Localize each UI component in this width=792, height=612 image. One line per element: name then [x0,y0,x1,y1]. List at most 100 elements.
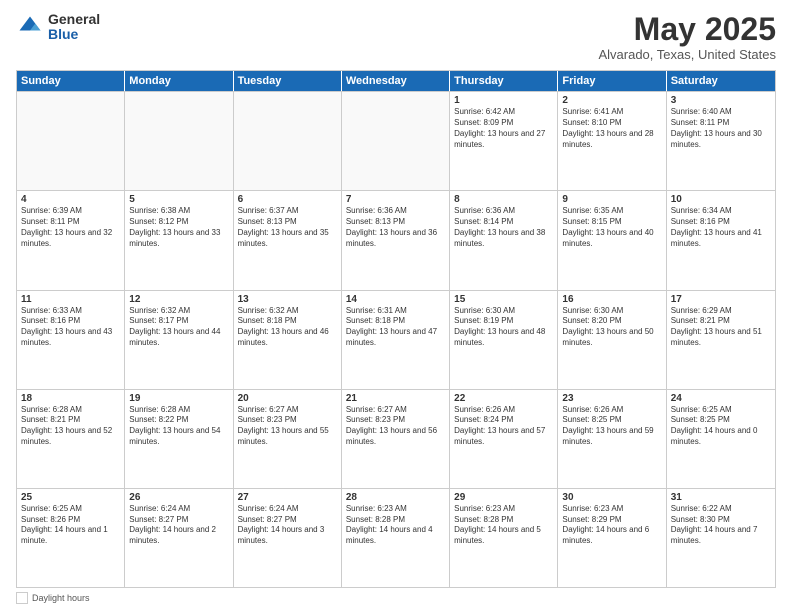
calendar-cell: 30Sunrise: 6:23 AM Sunset: 8:29 PM Dayli… [558,489,666,587]
logo-blue-text: Blue [48,27,100,42]
cell-day-number: 19 [129,393,228,404]
calendar-header-cell: Wednesday [342,71,450,91]
calendar-cell: 10Sunrise: 6:34 AM Sunset: 8:16 PM Dayli… [667,191,775,289]
calendar-cell: 12Sunrise: 6:32 AM Sunset: 8:17 PM Dayli… [125,291,233,389]
calendar-header-cell: Friday [558,71,666,91]
calendar-cell: 21Sunrise: 6:27 AM Sunset: 8:23 PM Dayli… [342,390,450,488]
cell-info: Sunrise: 6:34 AM Sunset: 8:16 PM Dayligh… [671,206,771,249]
calendar-cell: 6Sunrise: 6:37 AM Sunset: 8:13 PM Daylig… [234,191,342,289]
cell-day-number: 15 [454,294,553,305]
cell-day-number: 6 [238,194,337,205]
cell-day-number: 2 [562,95,661,106]
calendar-cell: 18Sunrise: 6:28 AM Sunset: 8:21 PM Dayli… [17,390,125,488]
cell-info: Sunrise: 6:25 AM Sunset: 8:26 PM Dayligh… [21,504,120,547]
calendar-cell: 24Sunrise: 6:25 AM Sunset: 8:25 PM Dayli… [667,390,775,488]
cell-info: Sunrise: 6:23 AM Sunset: 8:28 PM Dayligh… [346,504,445,547]
cell-info: Sunrise: 6:25 AM Sunset: 8:25 PM Dayligh… [671,405,771,448]
cell-day-number: 23 [562,393,661,404]
calendar-cell: 1Sunrise: 6:42 AM Sunset: 8:09 PM Daylig… [450,92,558,190]
calendar-cell: 29Sunrise: 6:23 AM Sunset: 8:28 PM Dayli… [450,489,558,587]
calendar-cell: 5Sunrise: 6:38 AM Sunset: 8:12 PM Daylig… [125,191,233,289]
cell-day-number: 30 [562,492,661,503]
calendar-header: SundayMondayTuesdayWednesdayThursdayFrid… [17,71,775,91]
calendar-body: 1Sunrise: 6:42 AM Sunset: 8:09 PM Daylig… [17,91,775,587]
cell-info: Sunrise: 6:30 AM Sunset: 8:19 PM Dayligh… [454,306,553,349]
cell-day-number: 12 [129,294,228,305]
calendar-cell: 19Sunrise: 6:28 AM Sunset: 8:22 PM Dayli… [125,390,233,488]
calendar-cell [342,92,450,190]
calendar-header-cell: Saturday [667,71,775,91]
subtitle: Alvarado, Texas, United States [598,47,776,62]
main-title: May 2025 [598,12,776,47]
calendar-header-cell: Thursday [450,71,558,91]
cell-info: Sunrise: 6:32 AM Sunset: 8:17 PM Dayligh… [129,306,228,349]
calendar-cell: 20Sunrise: 6:27 AM Sunset: 8:23 PM Dayli… [234,390,342,488]
cell-day-number: 29 [454,492,553,503]
cell-info: Sunrise: 6:31 AM Sunset: 8:18 PM Dayligh… [346,306,445,349]
calendar-cell: 8Sunrise: 6:36 AM Sunset: 8:14 PM Daylig… [450,191,558,289]
cell-day-number: 18 [21,393,120,404]
cell-info: Sunrise: 6:38 AM Sunset: 8:12 PM Dayligh… [129,206,228,249]
cell-day-number: 20 [238,393,337,404]
cell-day-number: 25 [21,492,120,503]
calendar-cell: 17Sunrise: 6:29 AM Sunset: 8:21 PM Dayli… [667,291,775,389]
calendar: SundayMondayTuesdayWednesdayThursdayFrid… [16,70,776,588]
cell-day-number: 27 [238,492,337,503]
cell-day-number: 16 [562,294,661,305]
cell-info: Sunrise: 6:26 AM Sunset: 8:25 PM Dayligh… [562,405,661,448]
cell-info: Sunrise: 6:41 AM Sunset: 8:10 PM Dayligh… [562,107,661,150]
cell-info: Sunrise: 6:23 AM Sunset: 8:29 PM Dayligh… [562,504,661,547]
calendar-cell: 11Sunrise: 6:33 AM Sunset: 8:16 PM Dayli… [17,291,125,389]
cell-day-number: 5 [129,194,228,205]
cell-day-number: 9 [562,194,661,205]
cell-day-number: 14 [346,294,445,305]
cell-info: Sunrise: 6:24 AM Sunset: 8:27 PM Dayligh… [238,504,337,547]
calendar-cell: 2Sunrise: 6:41 AM Sunset: 8:10 PM Daylig… [558,92,666,190]
cell-day-number: 4 [21,194,120,205]
calendar-cell [17,92,125,190]
cell-info: Sunrise: 6:37 AM Sunset: 8:13 PM Dayligh… [238,206,337,249]
cell-day-number: 17 [671,294,771,305]
cell-day-number: 31 [671,492,771,503]
cell-day-number: 3 [671,95,771,106]
cell-info: Sunrise: 6:39 AM Sunset: 8:11 PM Dayligh… [21,206,120,249]
calendar-cell: 16Sunrise: 6:30 AM Sunset: 8:20 PM Dayli… [558,291,666,389]
calendar-row: 1Sunrise: 6:42 AM Sunset: 8:09 PM Daylig… [17,91,775,190]
calendar-row: 4Sunrise: 6:39 AM Sunset: 8:11 PM Daylig… [17,190,775,289]
calendar-cell [234,92,342,190]
cell-day-number: 7 [346,194,445,205]
footer: Daylight hours [16,592,776,604]
calendar-cell: 31Sunrise: 6:22 AM Sunset: 8:30 PM Dayli… [667,489,775,587]
logo-general-text: General [48,12,100,27]
calendar-cell [125,92,233,190]
cell-info: Sunrise: 6:27 AM Sunset: 8:23 PM Dayligh… [346,405,445,448]
cell-info: Sunrise: 6:22 AM Sunset: 8:30 PM Dayligh… [671,504,771,547]
calendar-cell: 14Sunrise: 6:31 AM Sunset: 8:18 PM Dayli… [342,291,450,389]
cell-info: Sunrise: 6:33 AM Sunset: 8:16 PM Dayligh… [21,306,120,349]
footer-daylight-label: Daylight hours [32,593,90,603]
cell-day-number: 24 [671,393,771,404]
cell-day-number: 22 [454,393,553,404]
calendar-header-cell: Sunday [17,71,125,91]
calendar-cell: 25Sunrise: 6:25 AM Sunset: 8:26 PM Dayli… [17,489,125,587]
cell-info: Sunrise: 6:36 AM Sunset: 8:13 PM Dayligh… [346,206,445,249]
calendar-row: 25Sunrise: 6:25 AM Sunset: 8:26 PM Dayli… [17,488,775,587]
calendar-cell: 3Sunrise: 6:40 AM Sunset: 8:11 PM Daylig… [667,92,775,190]
cell-info: Sunrise: 6:36 AM Sunset: 8:14 PM Dayligh… [454,206,553,249]
calendar-cell: 26Sunrise: 6:24 AM Sunset: 8:27 PM Dayli… [125,489,233,587]
cell-day-number: 13 [238,294,337,305]
cell-info: Sunrise: 6:28 AM Sunset: 8:21 PM Dayligh… [21,405,120,448]
logo: General Blue [16,12,100,43]
calendar-cell: 9Sunrise: 6:35 AM Sunset: 8:15 PM Daylig… [558,191,666,289]
cell-day-number: 1 [454,95,553,106]
cell-info: Sunrise: 6:27 AM Sunset: 8:23 PM Dayligh… [238,405,337,448]
calendar-cell: 22Sunrise: 6:26 AM Sunset: 8:24 PM Dayli… [450,390,558,488]
calendar-cell: 27Sunrise: 6:24 AM Sunset: 8:27 PM Dayli… [234,489,342,587]
cell-info: Sunrise: 6:32 AM Sunset: 8:18 PM Dayligh… [238,306,337,349]
cell-day-number: 28 [346,492,445,503]
cell-info: Sunrise: 6:23 AM Sunset: 8:28 PM Dayligh… [454,504,553,547]
calendar-cell: 7Sunrise: 6:36 AM Sunset: 8:13 PM Daylig… [342,191,450,289]
calendar-row: 11Sunrise: 6:33 AM Sunset: 8:16 PM Dayli… [17,290,775,389]
cell-info: Sunrise: 6:26 AM Sunset: 8:24 PM Dayligh… [454,405,553,448]
cell-day-number: 8 [454,194,553,205]
